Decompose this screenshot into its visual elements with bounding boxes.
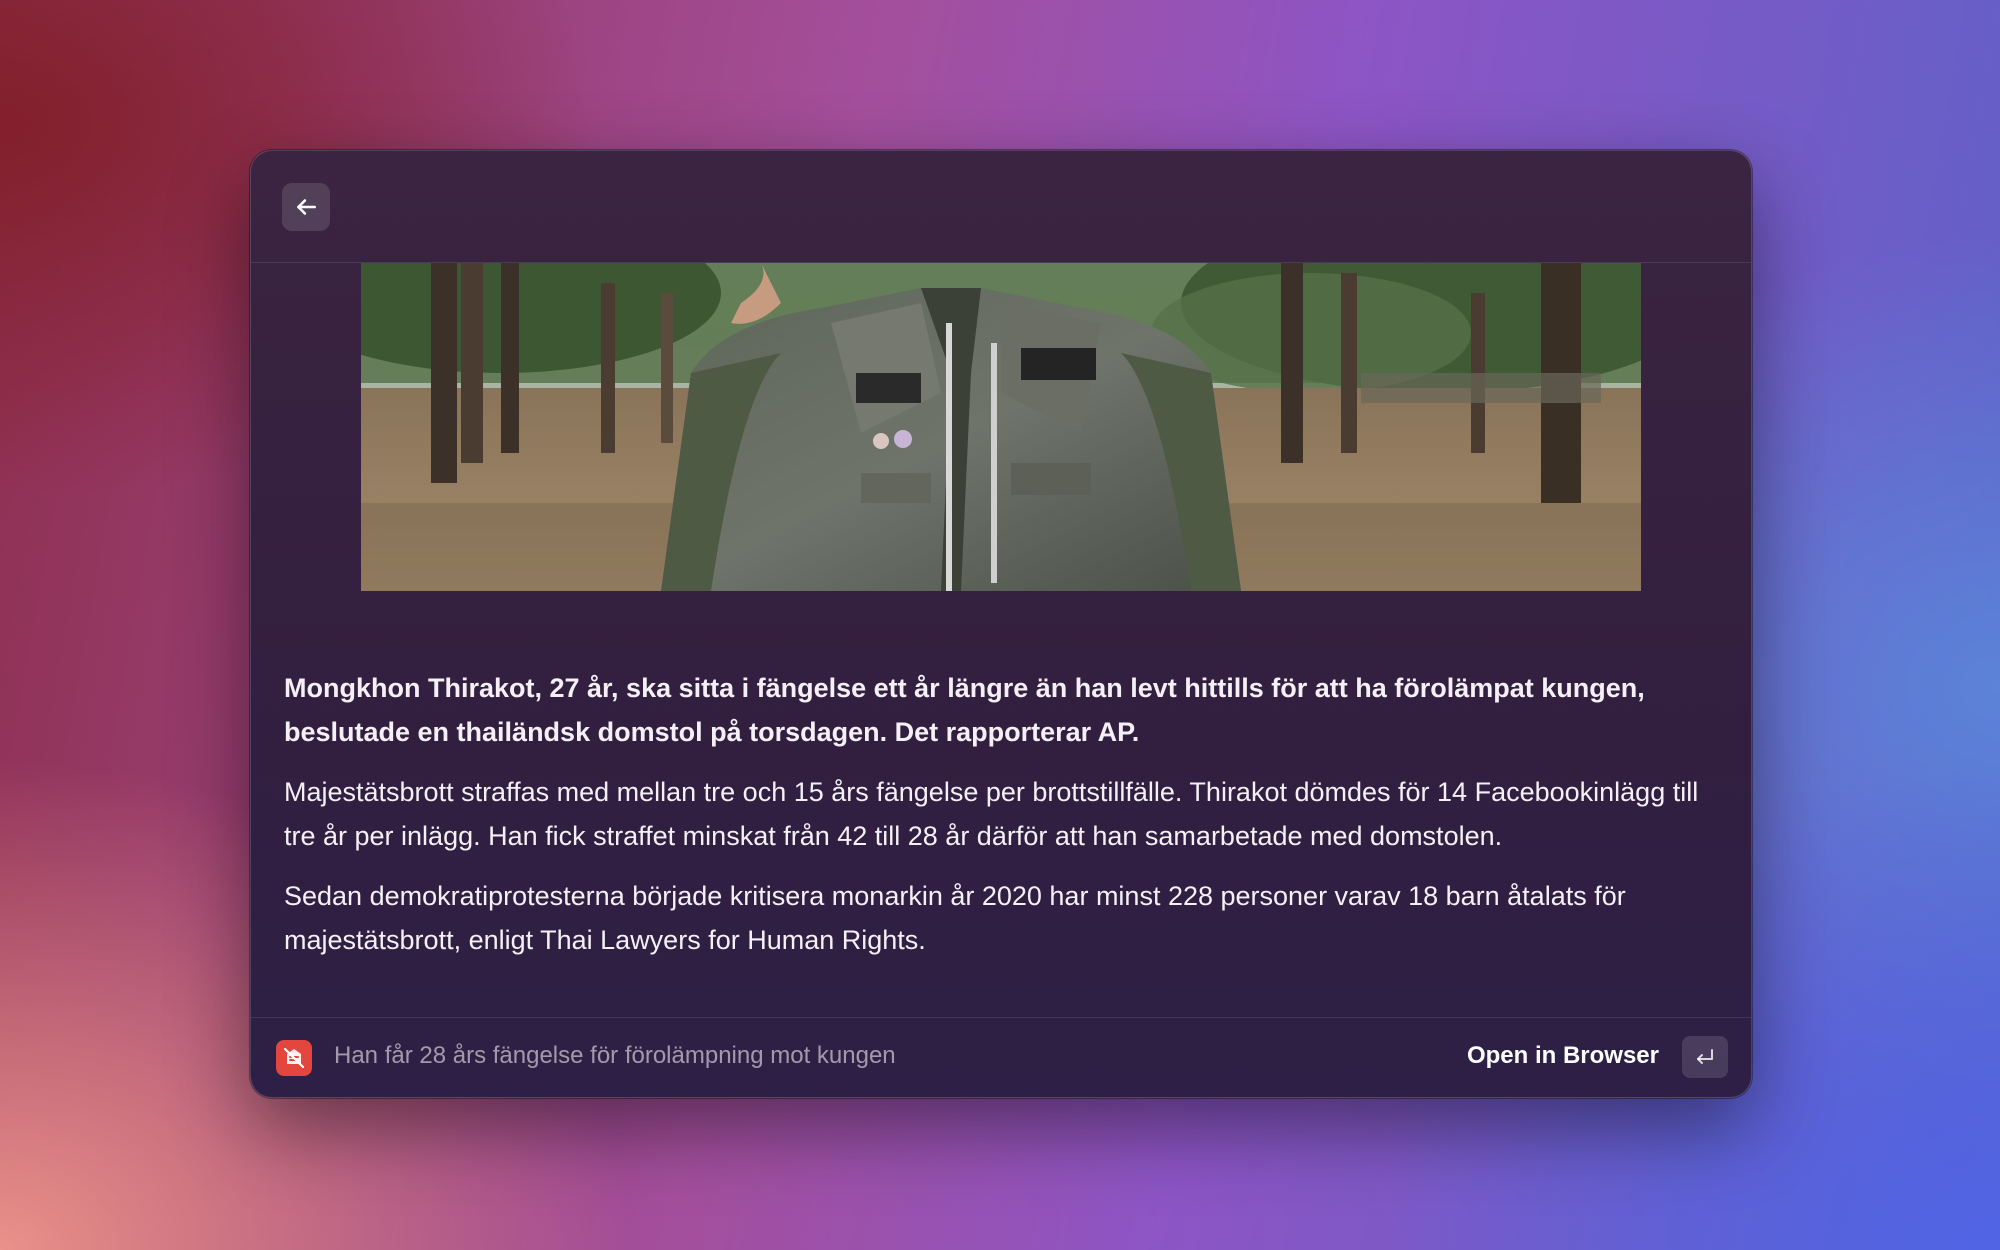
- article-paragraph: Sedan demokratiprotesterna började kriti…: [284, 881, 1626, 955]
- news-app-icon: [276, 1040, 312, 1076]
- arrow-left-icon: [297, 199, 316, 215]
- open-in-browser-button[interactable]: Open in Browser: [1467, 1042, 1659, 1070]
- back-button[interactable]: [282, 183, 330, 231]
- article-body: Mongkhon Thirakot, 27 år, ska sitta i fä…: [284, 666, 1714, 978]
- article-content: Mongkhon Thirakot, 27 år, ska sitta i fä…: [251, 263, 1751, 1017]
- return-key-icon: [1697, 1049, 1713, 1064]
- window-header: [251, 151, 1751, 263]
- action-bar: Han får 28 års fängelse för förolämpning…: [251, 1017, 1751, 1097]
- article-photo: [361, 263, 1641, 591]
- return-key-button[interactable]: [1682, 1036, 1728, 1078]
- article-lead-paragraph: Mongkhon Thirakot, 27 år, ska sitta i fä…: [284, 673, 1645, 747]
- article-window: Mongkhon Thirakot, 27 år, ska sitta i fä…: [250, 150, 1752, 1098]
- article-paragraph: Majestätsbrott straffas med mellan tre o…: [284, 777, 1699, 851]
- article-title: Han får 28 års fängelse för förolämpning…: [334, 1042, 896, 1069]
